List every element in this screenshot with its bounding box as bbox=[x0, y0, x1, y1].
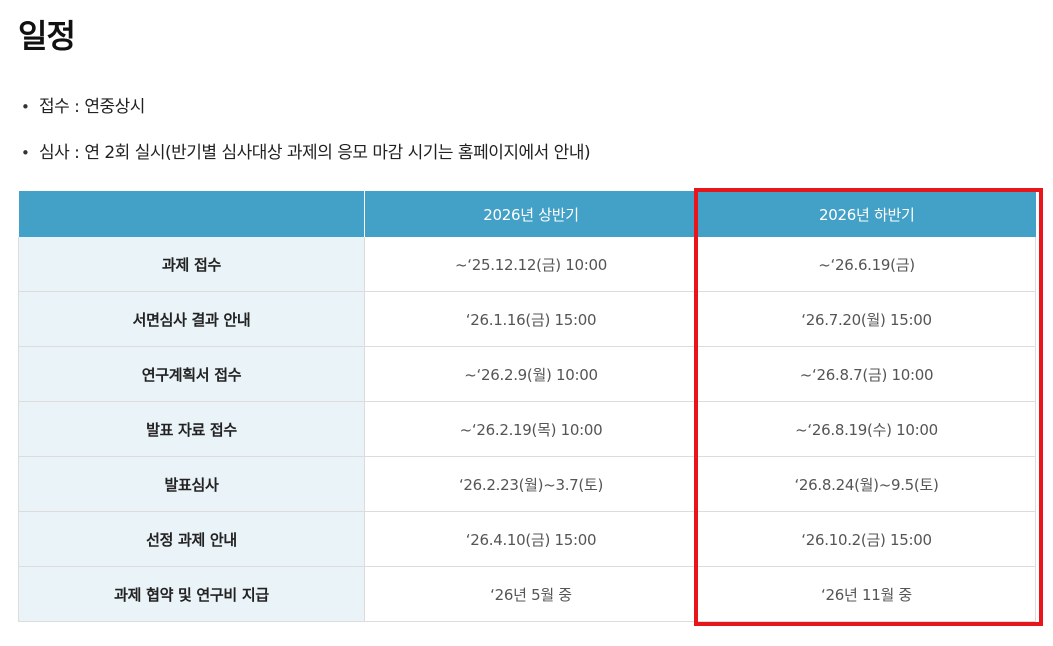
cell-first-half: ‘26년 5월 중 bbox=[364, 566, 698, 622]
cell-second-half: ‘26.8.24(월)~9.5(토) bbox=[697, 456, 1036, 512]
table-row: 발표심사 ‘26.2.23(월)~3.7(토) ‘26.8.24(월)~9.5(… bbox=[18, 456, 1036, 512]
row-label: 발표 자료 접수 bbox=[18, 401, 365, 457]
cell-second-half: ‘26.10.2(금) 15:00 bbox=[697, 511, 1036, 567]
table-row: 과제 협약 및 연구비 지급 ‘26년 5월 중 ‘26년 11월 중 bbox=[18, 566, 1036, 622]
cell-second-half: ~‘26.8.19(수) 10:00 bbox=[697, 401, 1036, 457]
cell-second-half: ‘26.7.20(월) 15:00 bbox=[697, 291, 1036, 347]
table-row: 선정 과제 안내 ‘26.4.10(금) 15:00 ‘26.10.2(금) 1… bbox=[18, 511, 1036, 567]
cell-second-half: ~‘26.8.7(금) 10:00 bbox=[697, 346, 1036, 402]
schedule-table: 2026년 상반기 2026년 하반기 과제 접수 ~‘25.12.12(금) … bbox=[18, 191, 1036, 622]
info-text: 심사 : 연 2회 실시(반기별 심사대상 과제의 응모 마감 시기는 홈페이지… bbox=[39, 143, 591, 163]
cell-first-half: ~‘26.2.9(월) 10:00 bbox=[364, 346, 698, 402]
row-label: 발표심사 bbox=[18, 456, 365, 512]
bullet-icon: • bbox=[21, 144, 30, 162]
cell-second-half: ‘26년 11월 중 bbox=[697, 566, 1036, 622]
row-label: 과제 협약 및 연구비 지급 bbox=[18, 566, 365, 622]
cell-first-half: ‘26.4.10(금) 15:00 bbox=[364, 511, 698, 567]
table-row: 연구계획서 접수 ~‘26.2.9(월) 10:00 ~‘26.8.7(금) 1… bbox=[18, 346, 1036, 402]
info-text: 접수 : 연중상시 bbox=[39, 97, 145, 117]
info-list: • 접수 : 연중상시 • 심사 : 연 2회 실시(반기별 심사대상 과제의 … bbox=[18, 92, 591, 184]
row-label: 연구계획서 접수 bbox=[18, 346, 365, 402]
info-item-reception: • 접수 : 연중상시 bbox=[18, 92, 590, 122]
table-header-row: 2026년 상반기 2026년 하반기 bbox=[18, 191, 1036, 237]
row-label: 과제 접수 bbox=[18, 237, 365, 292]
table-row: 과제 접수 ~‘25.12.12(금) 10:00 ~‘26.6.19(금) bbox=[18, 237, 1036, 292]
row-label: 서면심사 결과 안내 bbox=[18, 291, 365, 347]
header-first-half: 2026년 상반기 bbox=[364, 191, 698, 237]
table-row: 발표 자료 접수 ~‘26.2.19(목) 10:00 ~‘26.8.19(수)… bbox=[18, 401, 1036, 457]
bullet-icon: • bbox=[21, 98, 30, 116]
cell-first-half: ~‘25.12.12(금) 10:00 bbox=[364, 237, 698, 292]
cell-first-half: ~‘26.2.19(목) 10:00 bbox=[364, 401, 698, 457]
page-title: 일정 bbox=[18, 17, 76, 55]
row-label: 선정 과제 안내 bbox=[18, 511, 365, 567]
header-second-half: 2026년 하반기 bbox=[697, 191, 1036, 237]
cell-first-half: ‘26.2.23(월)~3.7(토) bbox=[364, 456, 698, 512]
cell-second-half: ~‘26.6.19(금) bbox=[697, 237, 1036, 292]
table-row: 서면심사 결과 안내 ‘26.1.16(금) 15:00 ‘26.7.20(월)… bbox=[18, 291, 1036, 347]
header-empty bbox=[18, 191, 365, 237]
info-item-review: • 심사 : 연 2회 실시(반기별 심사대상 과제의 응모 마감 시기는 홈페… bbox=[18, 138, 591, 168]
cell-first-half: ‘26.1.16(금) 15:00 bbox=[364, 291, 698, 347]
